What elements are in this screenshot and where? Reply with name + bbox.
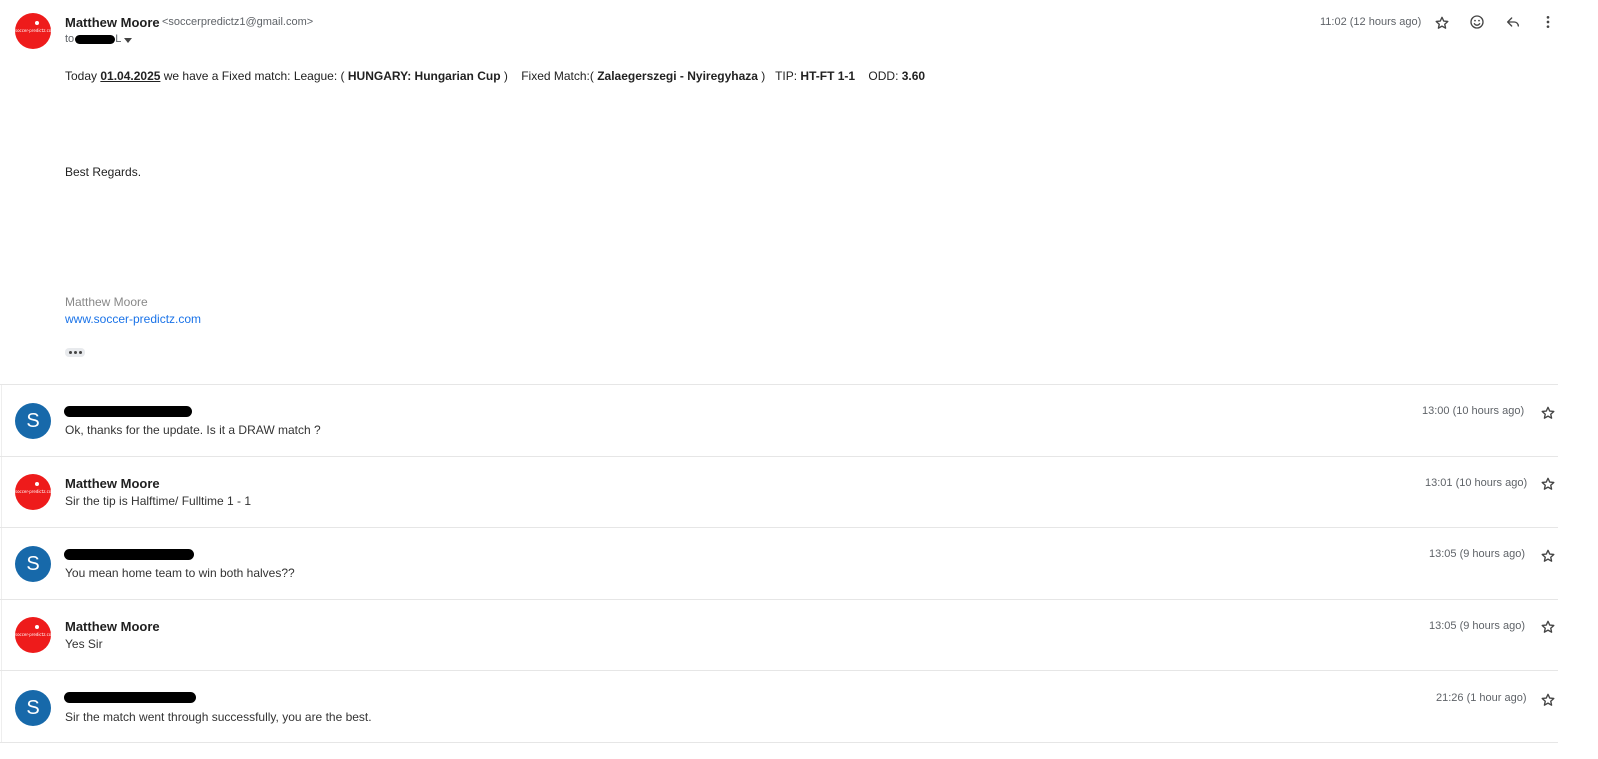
body-text: ) TIP: — [757, 69, 801, 83]
match-name: Zalaegerszegi - Nyiregyhaza — [597, 69, 758, 83]
logo-dot — [35, 482, 39, 486]
star-icon[interactable] — [1432, 13, 1452, 33]
logo-text: soccer-predictz.com — [15, 489, 51, 494]
sender-email: <soccerpredictz1@gmail.com> — [162, 16, 314, 28]
emoji-icon[interactable] — [1467, 12, 1487, 32]
message-time: 13:00 (10 hours ago) — [1422, 405, 1525, 417]
signature-name: Matthew Moore — [65, 295, 148, 309]
sender-name: Matthew Moore — [65, 619, 160, 634]
body-text: ) Fixed Match:( — [500, 69, 598, 83]
message-snippet: Ok, thanks for the update. Is it a DRAW … — [65, 423, 321, 437]
sender-name[interactable]: Matthew Moore — [65, 15, 160, 30]
sender-avatar[interactable]: soccer-predictz.com — [15, 617, 51, 653]
star-icon[interactable] — [1538, 690, 1558, 710]
regards-text: Best Regards. — [65, 165, 142, 179]
expanded-message: soccer-predictz.com Matthew Moore <socce… — [0, 0, 1598, 385]
body-text: ODD: — [855, 69, 902, 83]
sender-avatar[interactable]: soccer-predictz.com — [15, 474, 51, 510]
avatar-letter: S — [26, 553, 40, 575]
star-icon[interactable] — [1538, 403, 1558, 423]
star-icon[interactable] — [1538, 617, 1558, 637]
sender-avatar[interactable]: S — [15, 546, 51, 582]
sender-avatar[interactable]: S — [15, 403, 51, 439]
odd-value: 3.60 — [901, 69, 926, 83]
collapsed-message[interactable]: S You mean home team to win both halves?… — [0, 527, 1558, 599]
signature-link[interactable]: www.soccer-predictz.com — [65, 312, 201, 326]
message-snippet: You mean home team to win both halves?? — [65, 566, 295, 580]
collapsed-message[interactable]: soccer-predictz.com Matthew Moore Sir th… — [0, 456, 1558, 528]
message-snippet: Sir the match went through successfully,… — [65, 710, 372, 724]
redacted-recipient — [75, 34, 116, 44]
dot — [68, 351, 72, 354]
logo-dot — [35, 625, 39, 629]
message-snippet: Sir the tip is Halftime/ Fulltime 1 - 1 — [65, 494, 252, 508]
reply-icon[interactable] — [1503, 12, 1523, 32]
dot — [78, 351, 82, 354]
redacted-sender-name — [64, 406, 192, 417]
divider — [0, 742, 1558, 743]
message-snippet: Yes Sir — [65, 637, 103, 651]
email-thread: soccer-predictz.com Matthew Moore <socce… — [0, 0, 1598, 759]
sender-avatar[interactable]: S — [15, 690, 51, 726]
message-time: 13:01 (10 hours ago) — [1425, 477, 1528, 489]
body-text: Today — [65, 69, 101, 83]
chevron-down-icon[interactable] — [124, 38, 132, 43]
sender-avatar[interactable]: soccer-predictz.com — [15, 13, 51, 49]
logo-text: soccer-predictz.com — [15, 632, 51, 637]
league-name: HUNGARY: Hungarian Cup — [347, 69, 501, 83]
message-time: 21:26 (1 hour ago) — [1436, 692, 1527, 704]
more-vert-icon[interactable] — [1538, 12, 1558, 32]
logo-dot — [35, 21, 39, 25]
message-body-line: Today 01.04.2025 we have a Fixed match: … — [65, 69, 925, 83]
collapsed-message[interactable]: S Ok, thanks for the update. Is it a DRA… — [0, 384, 1558, 456]
redacted-sender-name — [64, 692, 196, 703]
avatar-letter: S — [26, 697, 40, 719]
dot — [73, 351, 77, 354]
collapsed-message[interactable]: soccer-predictz.com Matthew Moore Yes Si… — [0, 599, 1558, 671]
to-suffix: L — [115, 33, 122, 45]
star-icon[interactable] — [1538, 474, 1558, 494]
avatar-letter: S — [26, 410, 40, 432]
logo-text: soccer-predictz.com — [15, 28, 51, 33]
message-time: 11:02 (12 hours ago) — [1320, 16, 1422, 28]
message-time: 13:05 (9 hours ago) — [1429, 620, 1526, 632]
recipient-line: to L — [65, 33, 121, 45]
body-text: we have a Fixed match: League: ( — [160, 69, 348, 83]
to-prefix: to — [65, 33, 75, 45]
star-icon[interactable] — [1538, 546, 1558, 566]
tip-value: HT-FT 1-1 — [800, 69, 856, 83]
match-date: 01.04.2025 — [100, 69, 161, 83]
collapsed-message[interactable]: S Sir the match went through successfull… — [0, 670, 1558, 742]
message-time: 13:05 (9 hours ago) — [1429, 548, 1526, 560]
show-trimmed-content-button[interactable] — [65, 348, 85, 357]
sender-name: Matthew Moore — [65, 476, 160, 491]
redacted-sender-name — [64, 549, 194, 560]
